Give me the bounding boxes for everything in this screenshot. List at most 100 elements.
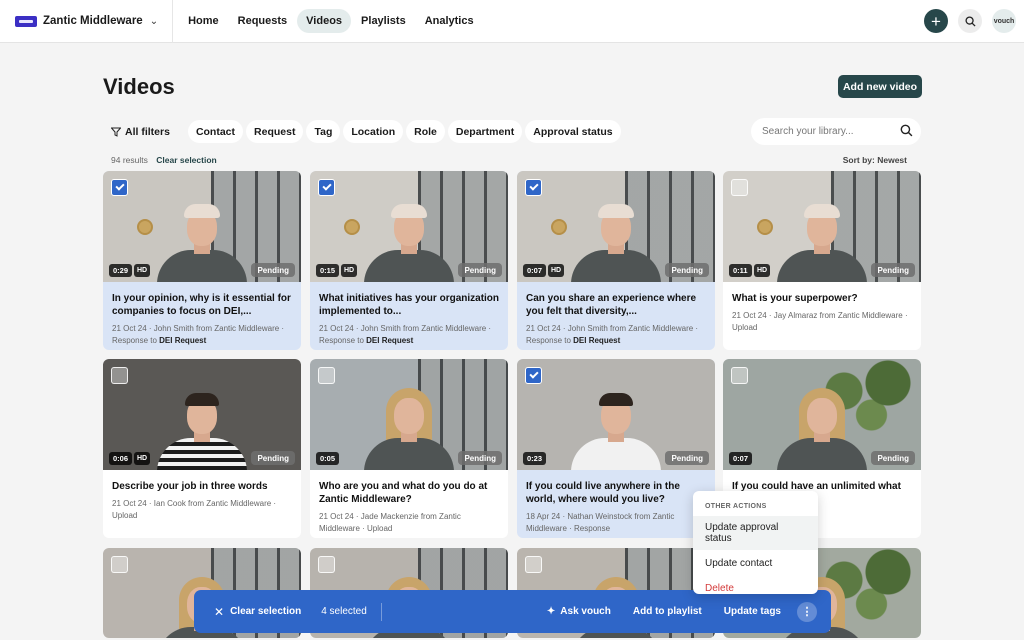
video-title[interactable]: What is your superpower? <box>732 292 913 305</box>
duration-badge: 0:23 <box>523 452 547 465</box>
select-checkbox[interactable] <box>111 556 128 573</box>
filter-role[interactable]: Role <box>406 120 445 143</box>
update-tags-button[interactable]: Update tags <box>724 606 781 617</box>
filter-contact[interactable]: Contact <box>187 120 244 143</box>
video-title[interactable]: If you could live anywhere in the world,… <box>526 480 707 506</box>
duration-badge: 0:07 <box>523 264 547 277</box>
other-actions-menu: OTHER ACTIONS Update approval status Upd… <box>693 491 818 594</box>
request-link[interactable]: DEI Request <box>366 336 413 345</box>
status-badge: Pending <box>665 263 709 277</box>
video-title[interactable]: What initiatives has your organization i… <box>319 292 500 318</box>
main-nav: Home Requests Videos Playlists Analytics <box>179 9 484 33</box>
video-title[interactable]: In your opinion, why is it essential for… <box>112 292 293 318</box>
video-card[interactable]: 0:15 HD Pending What initiatives has your o… <box>310 171 508 350</box>
create-button[interactable]: + <box>924 9 948 33</box>
nav-link-playlists[interactable]: Playlists <box>352 9 415 33</box>
clear-selection-link[interactable]: Clear selection <box>156 155 216 165</box>
video-card[interactable]: 0:29 HD Pending In your opinion, why is it … <box>103 171 301 350</box>
video-thumbnail[interactable]: 0:07 HD Pending <box>517 171 715 282</box>
video-thumbnail[interactable]: 0:06 HD Pending <box>103 359 301 470</box>
org-name: Zantic Middleware <box>43 15 143 27</box>
global-search-button[interactable] <box>958 9 982 33</box>
video-meta: 18 Apr 24 · Nathan Weinstock from Zantic… <box>526 511 707 534</box>
library-search <box>751 118 921 145</box>
video-card[interactable]: 0:05 Pending Who are you and what do you d… <box>310 359 508 538</box>
plus-icon: + <box>931 11 941 31</box>
nav-link-analytics[interactable]: Analytics <box>416 9 483 33</box>
video-card[interactable]: 0:07 HD Pending Can you share an experience… <box>517 171 715 350</box>
video-meta: 21 Oct 24 · Jay Almaraz from Zantic Midd… <box>732 310 913 333</box>
video-meta-text: 21 Oct 24 · Ian Cook from Zantic Middlew… <box>112 499 277 520</box>
video-meta: 21 Oct 24 · Jade Mackenzie from Zantic M… <box>319 511 500 534</box>
filter-bar: All filters Contact Request Tag Location… <box>103 120 624 143</box>
nav-link-home[interactable]: Home <box>179 9 228 33</box>
video-thumbnail[interactable]: 0:29 HD Pending <box>103 171 301 282</box>
sort-dropdown[interactable]: Sort by: Newest <box>843 155 907 165</box>
select-checkbox[interactable] <box>731 179 748 196</box>
duration-badge: 0:05 <box>316 452 340 465</box>
brand-logo[interactable]: vouch <box>992 9 1016 33</box>
select-checkbox[interactable] <box>111 367 128 384</box>
video-thumbnail[interactable]: 0:07 Pending <box>723 359 921 470</box>
bulk-clear-label: Clear selection <box>230 606 302 617</box>
video-card[interactable]: 0:23 Pending If you could live anywhere in… <box>517 359 715 538</box>
select-checkbox[interactable] <box>525 556 542 573</box>
video-thumbnail[interactable]: 0:11 HD Pending <box>723 171 921 282</box>
status-badge: Pending <box>251 451 295 465</box>
request-link[interactable]: DEI Request <box>573 336 620 345</box>
select-checkbox[interactable] <box>318 556 335 573</box>
nav-link-videos[interactable]: Videos <box>297 9 352 33</box>
hd-badge: HD <box>754 264 771 277</box>
bulk-clear-selection-button[interactable]: ✕ Clear selection <box>214 605 301 619</box>
menu-item-delete[interactable]: Delete <box>693 577 818 600</box>
select-checkbox[interactable] <box>731 367 748 384</box>
top-navigation: Zantic Middleware ⌄ Home Requests Videos… <box>0 0 1024 43</box>
video-card[interactable]: 0:11 HD Pending What is your superpower? 21 … <box>723 171 921 350</box>
video-meta: 21 Oct 24 · John Smith from Zantic Middl… <box>319 323 500 346</box>
results-count: 94 results <box>111 155 148 165</box>
chevron-down-icon: ⌄ <box>149 15 159 27</box>
org-switcher[interactable]: Zantic Middleware ⌄ <box>15 0 174 43</box>
select-checkbox[interactable] <box>111 179 128 196</box>
hd-badge: HD <box>134 264 151 277</box>
filter-icon <box>111 127 121 137</box>
library-search-input[interactable] <box>762 126 897 137</box>
menu-header: OTHER ACTIONS <box>705 503 767 510</box>
ask-vouch-button[interactable]: ✦ Ask vouch <box>547 606 611 617</box>
nav-link-requests[interactable]: Requests <box>229 9 297 33</box>
filter-request[interactable]: Request <box>246 120 304 143</box>
video-meta: 21 Oct 24 · John Smith from Zantic Middl… <box>526 323 707 346</box>
hd-badge: HD <box>548 264 565 277</box>
menu-item-update-approval-status[interactable]: Update approval status <box>693 516 818 550</box>
all-filters-button[interactable]: All filters <box>103 120 178 143</box>
add-new-video-button[interactable]: Add new video <box>838 75 922 98</box>
duration-badge: 0:06 <box>109 452 133 465</box>
select-checkbox[interactable] <box>318 179 335 196</box>
video-thumbnail[interactable]: 0:05 Pending <box>310 359 508 470</box>
search-icon[interactable] <box>900 124 913 137</box>
video-title[interactable]: Can you share an experience where you fe… <box>526 292 707 318</box>
filter-tag[interactable]: Tag <box>306 120 341 143</box>
select-checkbox[interactable] <box>525 367 542 384</box>
search-icon <box>964 15 976 27</box>
select-checkbox[interactable] <box>318 367 335 384</box>
sparkle-icon: ✦ <box>546 606 556 617</box>
video-thumbnail[interactable]: 0:23 Pending <box>517 359 715 470</box>
video-title[interactable]: Describe your job in three words <box>112 480 293 493</box>
video-card[interactable]: 0:06 HD Pending Describe your job in three … <box>103 359 301 538</box>
filter-location[interactable]: Location <box>343 120 404 143</box>
video-title[interactable]: Who are you and what do you do at Zantic… <box>319 480 500 506</box>
video-meta: 21 Oct 24 · John Smith from Zantic Middl… <box>112 323 293 346</box>
select-checkbox[interactable] <box>525 179 542 196</box>
more-vertical-icon: ⋮ <box>801 606 813 618</box>
request-link[interactable]: DEI Request <box>159 336 206 345</box>
selected-count: 4 selected <box>321 602 382 621</box>
more-actions-button[interactable]: ⋮ <box>797 601 817 622</box>
filter-department[interactable]: Department <box>447 120 523 143</box>
status-badge: Pending <box>871 263 915 277</box>
results-bar: 94 results Clear selection <box>111 155 217 165</box>
video-thumbnail[interactable]: 0:15 HD Pending <box>310 171 508 282</box>
menu-item-update-contact[interactable]: Update contact <box>693 552 818 575</box>
add-to-playlist-button[interactable]: Add to playlist <box>633 606 702 617</box>
filter-approval-status[interactable]: Approval status <box>525 120 621 143</box>
